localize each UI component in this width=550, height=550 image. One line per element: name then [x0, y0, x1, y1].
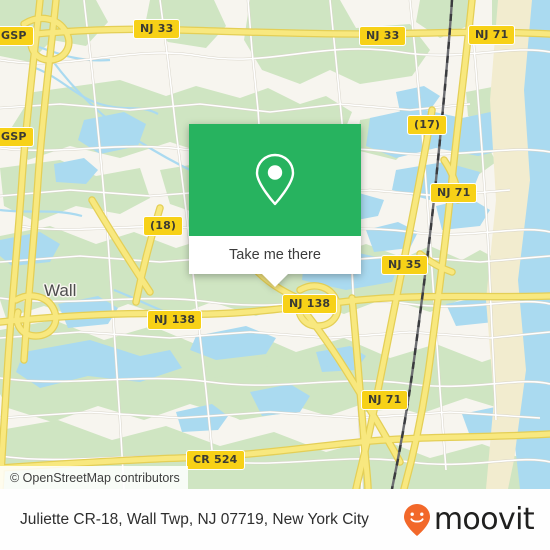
map-canvas[interactable]: GSP NJ 33 NJ 33 NJ 71 (17) GSP NJ 71 (18… [0, 0, 550, 489]
take-me-there-label: Take me there [229, 247, 321, 263]
moovit-brand: moovit [402, 501, 535, 537]
shield-nj71-south[interactable]: NJ 71 [361, 390, 409, 410]
shield-nj138-east[interactable]: NJ 138 [282, 294, 338, 314]
address-text: Juliette CR-18, Wall Twp, NJ 07719, New … [20, 510, 369, 528]
shield-nj33-west[interactable]: NJ 33 [133, 19, 181, 39]
shield-nj71-mid[interactable]: NJ 71 [430, 183, 478, 203]
shield-cr524[interactable]: CR 524 [186, 450, 245, 470]
shield-18[interactable]: (18) [143, 216, 184, 236]
moovit-smiley-pin-icon [403, 503, 430, 536]
attribution-text: © OpenStreetMap contributors [10, 470, 180, 485]
shield-gsp-north[interactable]: GSP [0, 26, 34, 46]
footer-content: Juliette CR-18, Wall Twp, NJ 07719, New … [0, 489, 550, 550]
location-pin-icon [255, 153, 295, 206]
shield-nj138-west[interactable]: NJ 138 [147, 310, 203, 330]
moovit-wordmark: moovit [433, 501, 535, 537]
location-info-card[interactable]: Take me there [189, 124, 361, 287]
map-screenshot: GSP NJ 33 NJ 33 NJ 71 (17) GSP NJ 71 (18… [0, 0, 550, 550]
footer-bar: Juliette CR-18, Wall Twp, NJ 07719, New … [0, 489, 550, 550]
map-attribution: © OpenStreetMap contributors [0, 466, 188, 489]
take-me-there-button[interactable]: Take me there [189, 236, 361, 287]
card-pointer-tip [262, 274, 288, 287]
shield-gsp-south[interactable]: GSP [0, 127, 34, 147]
card-header [189, 124, 361, 236]
shield-17[interactable]: (17) [407, 115, 448, 135]
place-label-wall: Wall [44, 281, 77, 300]
shield-nj33-center[interactable]: NJ 33 [359, 26, 407, 46]
shield-nj71-north[interactable]: NJ 71 [468, 25, 516, 45]
shield-nj35[interactable]: NJ 35 [381, 255, 429, 275]
